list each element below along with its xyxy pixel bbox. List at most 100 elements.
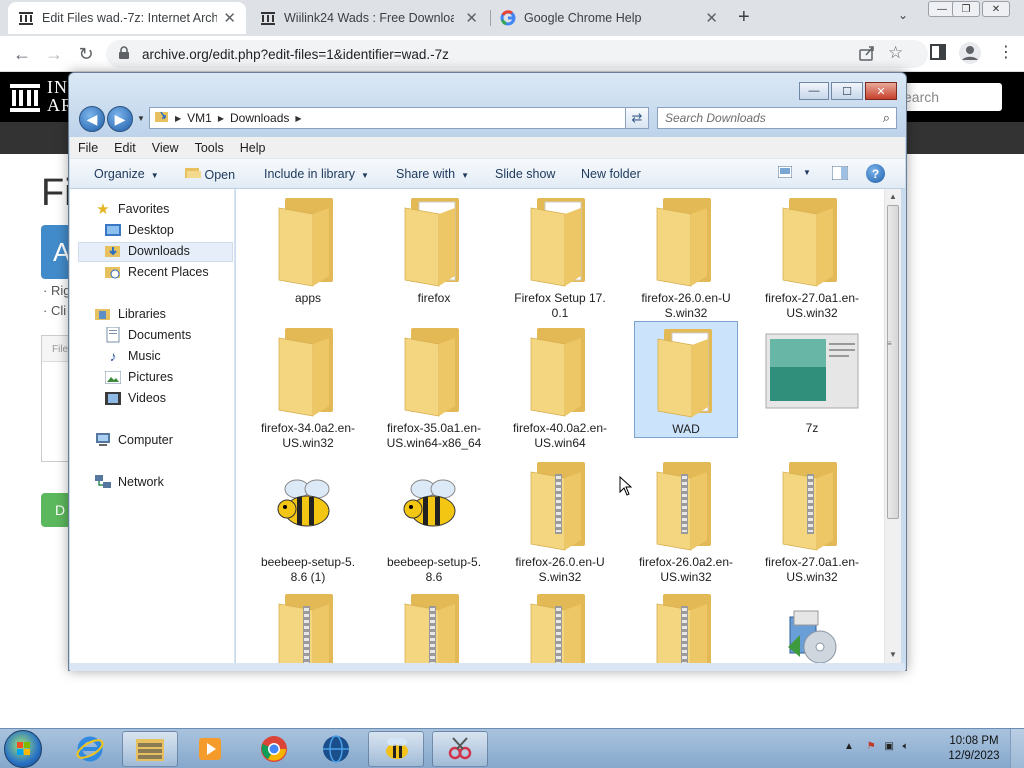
file-item[interactable]: [382, 587, 486, 663]
tab-wiilink24[interactable]: Wiilink24 Wads : Free Download, Borrow ✕: [250, 2, 488, 34]
file-item[interactable]: firefox-27.0a1.en-US.win32: [760, 455, 864, 585]
blue-button[interactable]: A: [41, 225, 71, 279]
include-in-library-button[interactable]: Include in library ▼: [264, 167, 369, 181]
open-button[interactable]: Open: [185, 167, 235, 182]
file-item[interactable]: [760, 587, 864, 663]
vertical-scrollbar[interactable]: ▲ ≡ ▼: [884, 189, 901, 663]
file-item[interactable]: [508, 587, 612, 663]
file-item[interactable]: firefox-34.0a2.en-US.win32: [256, 321, 360, 451]
side-panel-icon[interactable]: [930, 44, 946, 63]
search-icon[interactable]: ⌕: [883, 110, 890, 126]
preview-pane-icon[interactable]: [831, 165, 849, 183]
file-item[interactable]: firefox-27.0a1.en-US.win32: [760, 191, 864, 321]
tab-search-chevron-icon[interactable]: ⌄: [898, 8, 908, 22]
bookmark-star-icon[interactable]: ☆: [888, 43, 903, 63]
nav-desktop[interactable]: Desktop: [104, 220, 174, 240]
breadcrumb-vm1[interactable]: VM1: [187, 111, 212, 125]
beebeep-taskbar-icon[interactable]: [368, 731, 424, 767]
url-text[interactable]: archive.org/edit.php?edit-files=1&identi…: [142, 47, 449, 62]
scroll-up-arrow-icon[interactable]: ▲: [889, 192, 897, 201]
nav-favorites[interactable]: ★ Favorites: [94, 199, 169, 219]
show-hidden-icons-icon[interactable]: ▲: [844, 741, 854, 752]
nav-network[interactable]: Network: [94, 472, 164, 492]
menu-file[interactable]: File: [70, 141, 106, 155]
address-bar[interactable]: archive.org/edit.php?edit-files=1&identi…: [106, 40, 928, 68]
network-tray-icon[interactable]: ▣: [884, 741, 893, 752]
tab-chrome-help[interactable]: Google Chrome Help ✕: [490, 2, 728, 34]
nav-documents[interactable]: Documents: [104, 325, 191, 345]
start-button-windows-logo-icon[interactable]: [4, 730, 42, 768]
explorer-address-bar[interactable]: ▶ VM1 ▶ Downloads ▶ ▼: [149, 107, 649, 129]
windows-explorer-taskbar-icon[interactable]: [122, 731, 178, 767]
organize-button[interactable]: Organize ▼: [94, 167, 159, 181]
file-item[interactable]: firefox-26.0.en-US.win32: [508, 455, 612, 585]
archive-logo-icon[interactable]: [10, 84, 40, 115]
nav-music[interactable]: ♪ Music: [104, 346, 161, 366]
show-desktop-button[interactable]: [1010, 729, 1024, 768]
close-window-button[interactable]: ✕: [982, 1, 1010, 17]
scroll-down-arrow-icon[interactable]: ▼: [889, 650, 897, 659]
file-item[interactable]: WAD: [634, 321, 738, 438]
share-icon[interactable]: [858, 44, 876, 65]
lock-icon[interactable]: [118, 46, 130, 63]
nav-downloads[interactable]: Downloads: [104, 241, 190, 261]
archive-search-input[interactable]: earch: [896, 83, 1002, 111]
breadcrumb-arrow-icon[interactable]: ▶: [175, 114, 181, 123]
menu-view[interactable]: View: [144, 141, 187, 155]
menu-edit[interactable]: Edit: [106, 141, 144, 155]
restore-button[interactable]: ❐: [952, 1, 980, 17]
forward-arrow-icon[interactable]: →: [42, 42, 66, 66]
internet-explorer-icon[interactable]: [62, 731, 118, 767]
file-item[interactable]: 7z: [760, 321, 864, 436]
scroll-thumb[interactable]: [887, 205, 899, 519]
file-item[interactable]: [634, 587, 738, 663]
menu-tools[interactable]: Tools: [187, 141, 232, 155]
explorer-back-icon[interactable]: ◀: [79, 106, 105, 132]
explorer-search-input[interactable]: Search Downloads ⌕: [657, 107, 897, 129]
action-center-flag-icon[interactable]: ⚑: [867, 741, 876, 752]
nav-libraries[interactable]: Libraries: [94, 304, 166, 324]
green-button[interactable]: D: [41, 493, 71, 527]
breadcrumb-downloads[interactable]: Downloads: [230, 111, 289, 125]
file-item[interactable]: beebeep-setup-5.8.6: [382, 455, 486, 585]
menu-help[interactable]: Help: [232, 141, 274, 155]
change-view-icon[interactable]: [777, 165, 793, 181]
file-item[interactable]: firefox: [382, 191, 486, 306]
file-item[interactable]: beebeep-setup-5.8.6 (1): [256, 455, 360, 585]
slide-show-button[interactable]: Slide show: [495, 167, 555, 181]
file-item[interactable]: firefox-26.0.en-US.win32: [634, 191, 738, 321]
nav-recent-places[interactable]: Recent Places: [104, 262, 209, 282]
help-icon[interactable]: ?: [866, 164, 885, 183]
share-with-button[interactable]: Share with ▼: [396, 167, 469, 181]
profile-avatar-icon[interactable]: [958, 41, 982, 68]
breadcrumb-arrow-icon[interactable]: ▶: [218, 114, 224, 123]
new-folder-button[interactable]: New folder: [581, 167, 641, 181]
file-item[interactable]: Firefox Setup 17.0.1: [508, 191, 612, 321]
breadcrumb-arrow-icon[interactable]: ▶: [295, 114, 301, 123]
nav-computer[interactable]: Computer: [94, 430, 173, 450]
tab-close-icon[interactable]: ✕: [705, 9, 718, 27]
snipping-tool-icon[interactable]: [432, 731, 488, 767]
media-player-icon[interactable]: [182, 731, 238, 767]
tab-close-icon[interactable]: ✕: [465, 9, 478, 27]
nav-videos[interactable]: Videos: [104, 388, 166, 408]
file-item[interactable]: apps: [256, 191, 360, 306]
explorer-forward-icon[interactable]: ▶: [107, 106, 133, 132]
tab-edit-files[interactable]: Edit Files wad.-7z: Internet Archive ✕: [8, 2, 246, 34]
tab-close-icon[interactable]: ✕: [223, 9, 236, 27]
file-item[interactable]: [256, 587, 360, 663]
view-options-dropdown-icon[interactable]: ▼: [803, 168, 811, 177]
taskbar-clock[interactable]: 10:08 PM 12/9/2023: [944, 734, 1004, 764]
file-item[interactable]: firefox-35.0a1.en-US.win64-x86_64: [382, 321, 486, 451]
nav-pictures[interactable]: Pictures: [104, 367, 173, 387]
new-tab-plus-icon[interactable]: +: [738, 6, 750, 29]
reload-icon[interactable]: ↻: [74, 42, 98, 66]
volume-muted-icon[interactable]: 🔈︎: [903, 741, 909, 752]
globe-app-icon[interactable]: [308, 731, 364, 767]
recent-pages-dropdown-icon[interactable]: ▼: [137, 114, 145, 123]
back-arrow-icon[interactable]: ←: [10, 42, 34, 66]
explorer-maximize-button[interactable]: ☐: [831, 82, 863, 100]
explorer-close-button[interactable]: ✕: [865, 82, 897, 100]
file-item[interactable]: firefox-26.0a2.en-US.win32: [634, 455, 738, 585]
explorer-minimize-button[interactable]: —: [799, 82, 829, 100]
